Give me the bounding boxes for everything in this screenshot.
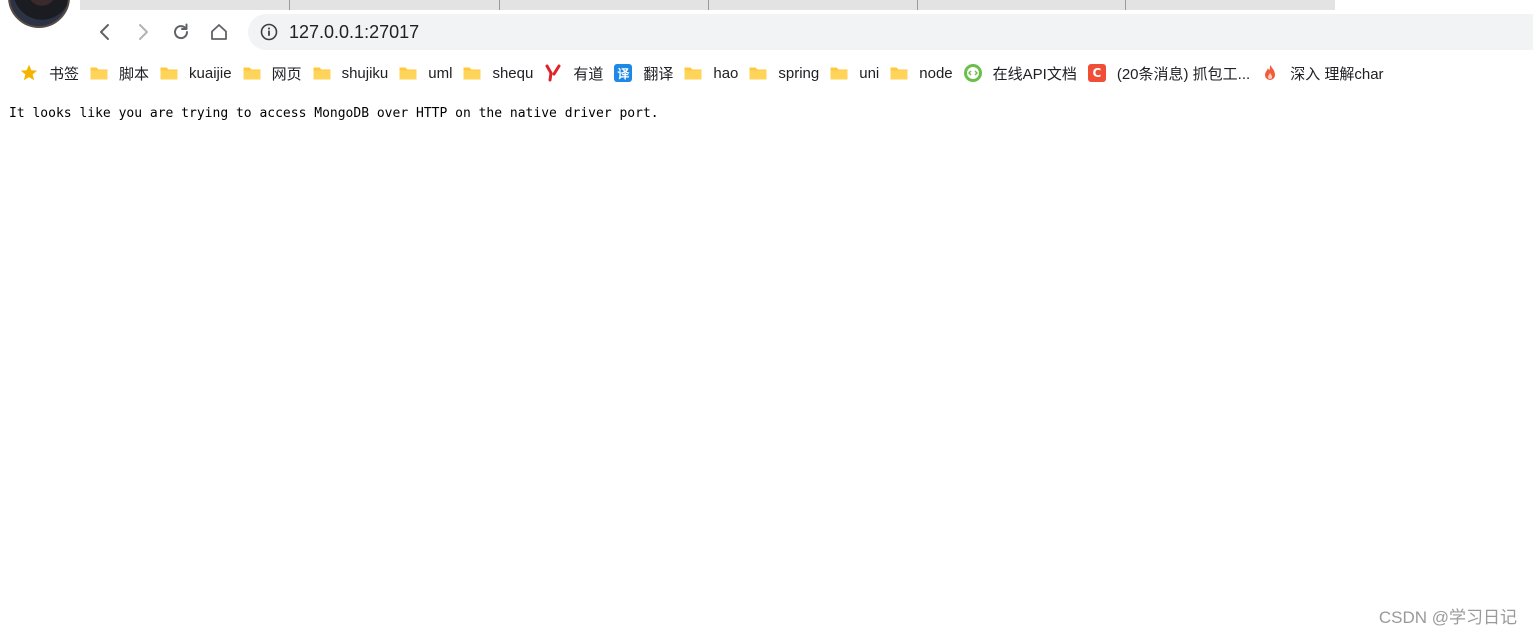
- home-button[interactable]: [200, 13, 238, 51]
- bookmark-label: shujiku: [341, 64, 389, 82]
- youdao-icon: [543, 63, 563, 83]
- browser-window: 127.0.0.1:27017 书签 脚本 kuaijie 网页 shujiku uml s…: [0, 0, 1533, 636]
- reload-icon: [174, 23, 189, 40]
- translate-icon: 译: [613, 63, 633, 83]
- bookmarks-bar: 书签 脚本 kuaijie 网页 shujiku uml shequ 有道译翻译 hao spri…: [0, 58, 1533, 88]
- bookmark-item[interactable]: shequ: [459, 59, 540, 87]
- folder-icon: [89, 63, 109, 83]
- bookmark-label: (20条消息) 抓包工...: [1116, 65, 1251, 83]
- bookmark-item[interactable]: kuaijie: [156, 59, 239, 87]
- tab[interactable]: [80, 0, 290, 10]
- bookmark-label: hao: [713, 64, 739, 82]
- flame-icon: [1260, 63, 1280, 83]
- tab[interactable]: [290, 0, 500, 10]
- bookmark-label: uni: [859, 64, 880, 82]
- folder-icon: [889, 63, 909, 83]
- bookmark-label: 深入 理解char: [1290, 65, 1384, 83]
- profile-avatar[interactable]: [8, 0, 70, 28]
- folder-icon: [683, 63, 703, 83]
- folder-icon: [748, 63, 768, 83]
- bookmark-item[interactable]: C (20条消息) 抓包工...: [1084, 59, 1257, 87]
- address-bar[interactable]: 127.0.0.1:27017: [248, 14, 1533, 50]
- tab[interactable]: [500, 0, 709, 10]
- bookmark-item[interactable]: uml: [395, 59, 459, 87]
- bookmark-label: node: [919, 64, 953, 82]
- folder-icon: [312, 63, 332, 83]
- error-message: It looks like you are trying to access M…: [9, 106, 659, 121]
- folder-icon: [462, 63, 482, 83]
- reload-button[interactable]: [162, 13, 200, 51]
- bookmark-item[interactable]: hao: [680, 59, 745, 87]
- watermark: CSDN @学习日记: [1378, 608, 1517, 627]
- forward-arrow-icon: [139, 24, 148, 40]
- back-arrow-icon: [100, 24, 109, 40]
- bookmark-label: kuaijie: [189, 64, 232, 82]
- bookmark-label: 翻译: [643, 65, 674, 83]
- bookmark-item[interactable]: 深入 理解char: [1257, 59, 1390, 87]
- bookmark-item[interactable]: shujiku: [309, 59, 396, 87]
- csdn-icon: C: [1087, 63, 1107, 83]
- star-icon: [19, 63, 39, 83]
- bookmark-label: 网页: [271, 65, 302, 83]
- bookmark-item[interactable]: 脚本: [86, 59, 156, 87]
- bookmark-label: 在线API文档: [992, 65, 1077, 83]
- folder-icon: [242, 63, 262, 83]
- api-doc-icon: [963, 63, 983, 83]
- bookmark-item[interactable]: spring: [745, 59, 826, 87]
- bookmark-label: 脚本: [119, 65, 150, 83]
- folder-icon: [398, 63, 418, 83]
- site-info-icon[interactable]: [260, 23, 278, 41]
- bookmark-label: 有道: [573, 65, 604, 83]
- bookmark-item[interactable]: uni: [826, 59, 886, 87]
- folder-icon: [829, 63, 849, 83]
- bookmark-item[interactable]: 译翻译: [610, 59, 680, 87]
- tab[interactable]: [709, 0, 918, 10]
- back-button[interactable]: [86, 13, 124, 51]
- bookmark-label: spring: [778, 64, 820, 82]
- bookmark-label: 书签: [49, 65, 80, 83]
- bookmark-item[interactable]: 在线API文档: [960, 59, 1084, 87]
- page-content: It looks like you are trying to access M…: [9, 106, 659, 121]
- tab-strip: [80, 0, 1335, 10]
- bookmark-item[interactable]: 书签: [16, 59, 86, 87]
- bookmark-item[interactable]: node: [886, 59, 959, 87]
- bookmark-item[interactable]: 网页: [239, 59, 309, 87]
- browser-toolbar: 127.0.0.1:27017: [80, 10, 1533, 54]
- url-text[interactable]: 127.0.0.1:27017: [289, 22, 419, 43]
- home-icon: [211, 24, 227, 40]
- forward-button[interactable]: [124, 13, 162, 51]
- folder-icon: [159, 63, 179, 83]
- bookmark-label: uml: [428, 64, 453, 82]
- bookmark-item[interactable]: 有道: [540, 59, 610, 87]
- bookmark-label: shequ: [492, 64, 534, 82]
- tab[interactable]: [918, 0, 1126, 10]
